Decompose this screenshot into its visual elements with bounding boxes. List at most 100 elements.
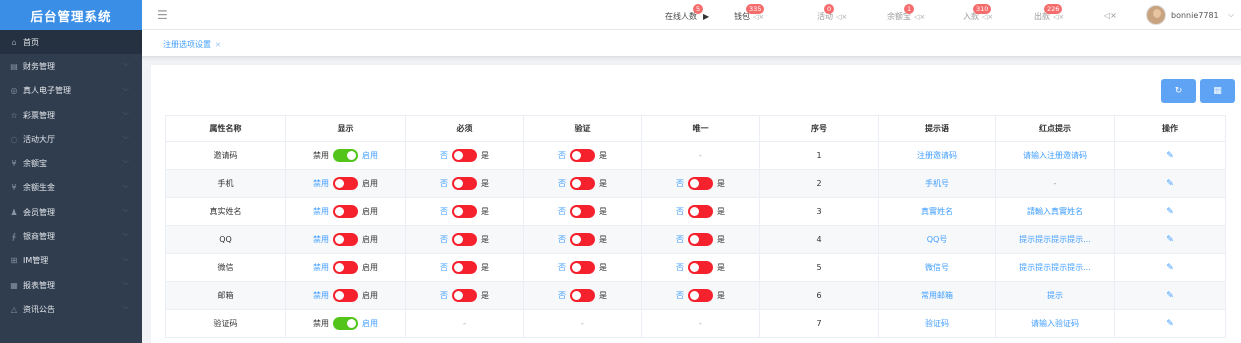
withdraw[interactable]: 出款 226 ◁×	[1034, 4, 1064, 22]
sidebar-item[interactable]: ¥ 余额宝 ⌵	[0, 151, 142, 175]
display-cell: 禁用 启用	[285, 309, 406, 338]
on-label: 启用	[362, 151, 378, 160]
refresh-button[interactable]: ↻	[1161, 79, 1196, 103]
sidebar-item[interactable]: ◎ 真人电子管理 ⌵	[0, 79, 142, 103]
app-logo[interactable]: 后台管理系统	[0, 0, 142, 30]
sidebar-item[interactable]: ⌂ 首页	[0, 30, 142, 55]
avatar[interactable]	[1146, 5, 1166, 25]
toggle-switch[interactable]	[452, 233, 477, 246]
toggle-switch[interactable]	[570, 289, 595, 302]
toggle-switch[interactable]	[570, 177, 595, 190]
toggle-switch[interactable]	[688, 261, 713, 274]
sidebar-item[interactable]: ¥ 余额生金 ⌵	[0, 176, 142, 200]
toggle-switch[interactable]	[452, 149, 477, 162]
off-label: 否	[440, 179, 448, 188]
tab-bar: 注册选项设置 ✕	[142, 30, 1241, 57]
hint-link[interactable]: 验证码	[925, 319, 949, 328]
attribute-name: 真实姓名	[165, 197, 286, 226]
tab-register-options[interactable]: 注册选项设置 ✕	[163, 39, 221, 50]
toggle-switch[interactable]	[333, 289, 358, 302]
toggle-switch[interactable]	[333, 233, 358, 246]
red-hint-link[interactable]: 提示提示提示提示...	[1019, 263, 1091, 272]
username[interactable]: bonnie7781	[1171, 11, 1219, 20]
speaker-mute-icon[interactable]: ◁×	[982, 13, 993, 21]
red-hint-link[interactable]: 提示	[1047, 291, 1063, 300]
toggle-switch[interactable]	[688, 205, 713, 218]
grid-icon: ▦	[1213, 86, 1222, 96]
red-hint-link[interactable]: 请输入验证码	[1031, 319, 1079, 328]
red-hint-cell: 请输入注册邀请码	[995, 141, 1115, 170]
on-label: 启用	[362, 207, 378, 216]
sidebar-item[interactable]: △ 资讯公告 ⌵	[0, 297, 142, 321]
off-label: 禁用	[313, 263, 329, 272]
toggle-switch[interactable]	[688, 289, 713, 302]
activity[interactable]: 活动 0 ◁×	[817, 4, 847, 22]
toggle-switch[interactable]	[452, 205, 477, 218]
chevron-down-icon[interactable]: ⌵	[1228, 10, 1234, 20]
red-hint-link[interactable]: 请输入注册邀请码	[1023, 151, 1087, 160]
sidebar-item[interactable]: ▤ 财务管理 ⌵	[0, 54, 142, 78]
wallet[interactable]: 钱包 335 ◁×	[734, 4, 765, 22]
edit-icon[interactable]: ✎	[1166, 263, 1174, 273]
unique-cell: 否是	[641, 225, 760, 254]
toggle-switch[interactable]	[333, 317, 358, 330]
sidebar-item[interactable]: ∮ 银商管理 ⌵	[0, 224, 142, 248]
speaker-mute-icon[interactable]: ◁×	[914, 13, 925, 21]
on-label: 是	[599, 151, 607, 160]
edit-icon[interactable]: ✎	[1166, 291, 1174, 301]
close-icon[interactable]: ✕	[215, 41, 221, 49]
red-hint-link[interactable]: 提示提示提示提示...	[1019, 235, 1091, 244]
toggle-switch[interactable]	[452, 177, 477, 190]
toggle-switch[interactable]	[570, 233, 595, 246]
grid-view-button[interactable]: ▦	[1200, 79, 1235, 103]
toggle-switch[interactable]	[333, 149, 358, 162]
toggle-switch[interactable]	[570, 205, 595, 218]
toggle-switch[interactable]	[570, 149, 595, 162]
off-label: 否	[558, 291, 566, 300]
hint-link[interactable]: 手机号	[925, 179, 949, 188]
red-hint-link[interactable]: -	[1054, 179, 1057, 188]
menu-toggle-icon[interactable]: ☰	[157, 8, 168, 22]
sidebar-item[interactable]: ▦ 报表管理 ⌵	[0, 273, 142, 297]
online-users[interactable]: 在线人数 5 ▶	[665, 4, 709, 22]
toggle-switch[interactable]	[333, 177, 358, 190]
red-hint-link[interactable]: 請輸入真實姓名	[1027, 207, 1083, 216]
toggle-switch[interactable]	[452, 261, 477, 274]
sidebar-item[interactable]: ⊞ IM管理 ⌵	[0, 249, 142, 273]
speaker-mute-icon[interactable]: ◁×	[1053, 13, 1064, 21]
on-label: 是	[481, 179, 489, 188]
sidebar-item[interactable]: ◌ 活动大厅 ⌵	[0, 127, 142, 151]
display-cell: 禁用 启用	[285, 281, 406, 310]
edit-icon[interactable]: ✎	[1166, 179, 1174, 189]
toggle-switch[interactable]	[333, 205, 358, 218]
speaker-mute-icon[interactable]: ◁×	[753, 13, 764, 21]
attribute-name: 邮箱	[165, 281, 286, 310]
speaker-mute-icon[interactable]: ◁×	[1104, 11, 1117, 20]
edit-icon[interactable]: ✎	[1166, 235, 1174, 245]
sidebar-item[interactable]: ☆ 彩票管理 ⌵	[0, 103, 142, 127]
order-cell: 3	[759, 197, 879, 226]
speaker-mute-icon[interactable]: ◁×	[836, 13, 847, 21]
sidebar-item[interactable]: ♟ 会员管理 ⌵	[0, 200, 142, 224]
toggle-switch[interactable]	[570, 261, 595, 274]
hint-link[interactable]: 注册邀请码	[917, 151, 957, 160]
toggle-switch[interactable]	[333, 261, 358, 274]
hint-link[interactable]: QQ号	[927, 235, 948, 244]
edit-icon[interactable]: ✎	[1166, 151, 1174, 161]
order-cell: 1	[759, 141, 879, 170]
toggle-switch[interactable]	[688, 233, 713, 246]
on-label: 是	[599, 235, 607, 244]
edit-icon[interactable]: ✎	[1166, 319, 1174, 329]
hint-link[interactable]: 常用邮箱	[921, 291, 953, 300]
toggle-switch[interactable]	[452, 289, 477, 302]
yuebao[interactable]: 余额宝 1 ◁×	[887, 4, 925, 22]
toggle-switch[interactable]	[688, 177, 713, 190]
hint-link[interactable]: 真實姓名	[921, 207, 953, 216]
edit-icon[interactable]: ✎	[1166, 207, 1174, 217]
deposit[interactable]: 入款 310 ◁×	[963, 4, 993, 22]
hint-link[interactable]: 微信号	[925, 263, 949, 272]
chevron-down-icon: ⌵	[122, 132, 129, 142]
off-label: 否	[676, 179, 684, 188]
play-icon[interactable]: ▶	[703, 12, 709, 21]
on-label: 是	[599, 207, 607, 216]
